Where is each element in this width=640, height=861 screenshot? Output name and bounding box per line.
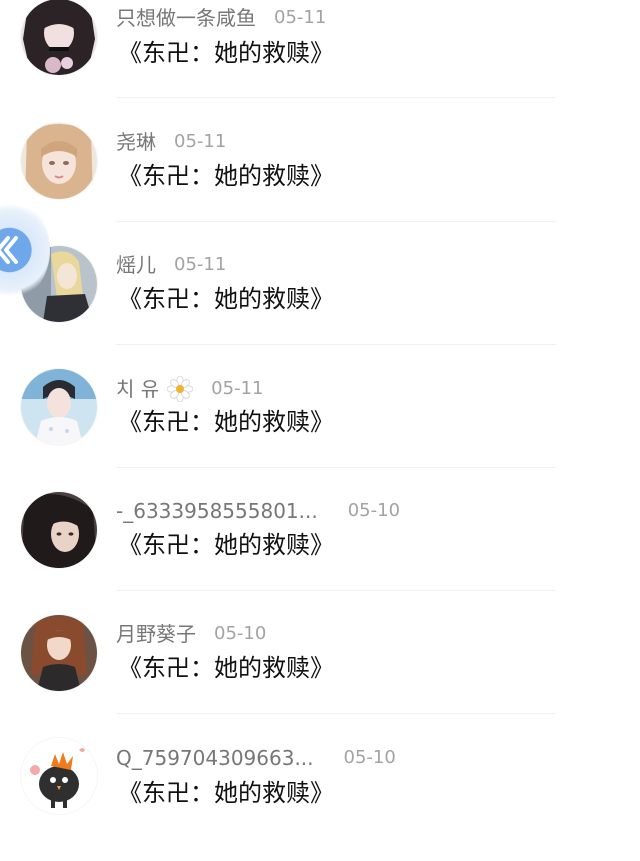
comment-text: 《东卍：她的救赎》 (118, 654, 334, 682)
username[interactable]: 치 유 (116, 377, 159, 401)
collapse-arrow-icon (0, 236, 18, 264)
comment-item[interactable]: 只想做一条咸鱼 05-11 《东卍：她的救赎》 (0, 0, 640, 123)
comment-item[interactable]: 熎儿 05-11 《东卍：她的救赎》 (0, 246, 640, 369)
comment-date: 05-11 (274, 7, 327, 28)
username[interactable]: -_6333958555801... (116, 499, 318, 523)
comment-date: 05-11 (211, 378, 264, 399)
username[interactable]: 尧琳 (116, 130, 156, 154)
username[interactable]: 熎儿 (116, 253, 156, 277)
comment-text: 《东卍：她的救赎》 (118, 779, 334, 807)
comment-date: 05-10 (347, 500, 401, 521)
divider (116, 590, 556, 591)
comment-date: 05-10 (343, 747, 396, 768)
divider (116, 221, 556, 222)
comment-item[interactable]: 치 유 05-11 《东卍：她的救赎》 (0, 369, 640, 492)
avatar[interactable] (21, 369, 97, 445)
comment-date: 05-11 (174, 131, 227, 152)
comment-list: 只想做一条咸鱼 05-11 《东卍：她的救赎》 尧琳 05-11 《东卍：她的救… (0, 0, 640, 829)
avatar[interactable] (21, 0, 97, 75)
username[interactable]: 月野葵子 (116, 622, 196, 646)
divider (116, 467, 556, 468)
avatar[interactable] (21, 492, 97, 568)
comment-item[interactable]: 尧琳 05-11 《东卍：她的救赎》 (0, 123, 640, 246)
username[interactable]: Q_759704309663... (116, 746, 314, 770)
avatar[interactable] (21, 738, 97, 814)
comment-date: 05-10 (214, 623, 267, 644)
comment-text: 《东卍：她的救赎》 (118, 39, 334, 67)
divider (116, 97, 556, 98)
avatar[interactable] (21, 123, 97, 199)
comment-text: 《东卍：她的救赎》 (118, 285, 334, 313)
flower-emoji-icon (166, 375, 194, 403)
divider (116, 344, 556, 345)
comment-item[interactable]: -_6333958555801... 05-10 《东卍：她的救赎》 (0, 492, 640, 615)
comment-item[interactable]: 月野葵子 05-10 《东卍：她的救赎》 (0, 615, 640, 738)
username[interactable]: 只想做一条咸鱼 (116, 6, 256, 30)
comment-text: 《东卍：她的救赎》 (118, 408, 334, 436)
comment-text: 《东卍：她的救赎》 (118, 162, 334, 190)
comment-date: 05-11 (174, 254, 227, 275)
comment-text: 《东卍：她的救赎》 (118, 531, 334, 559)
avatar[interactable] (21, 615, 97, 691)
divider (116, 713, 556, 714)
comment-item[interactable]: Q_759704309663... 05-10 《东卍：她的救赎》 (0, 738, 640, 861)
